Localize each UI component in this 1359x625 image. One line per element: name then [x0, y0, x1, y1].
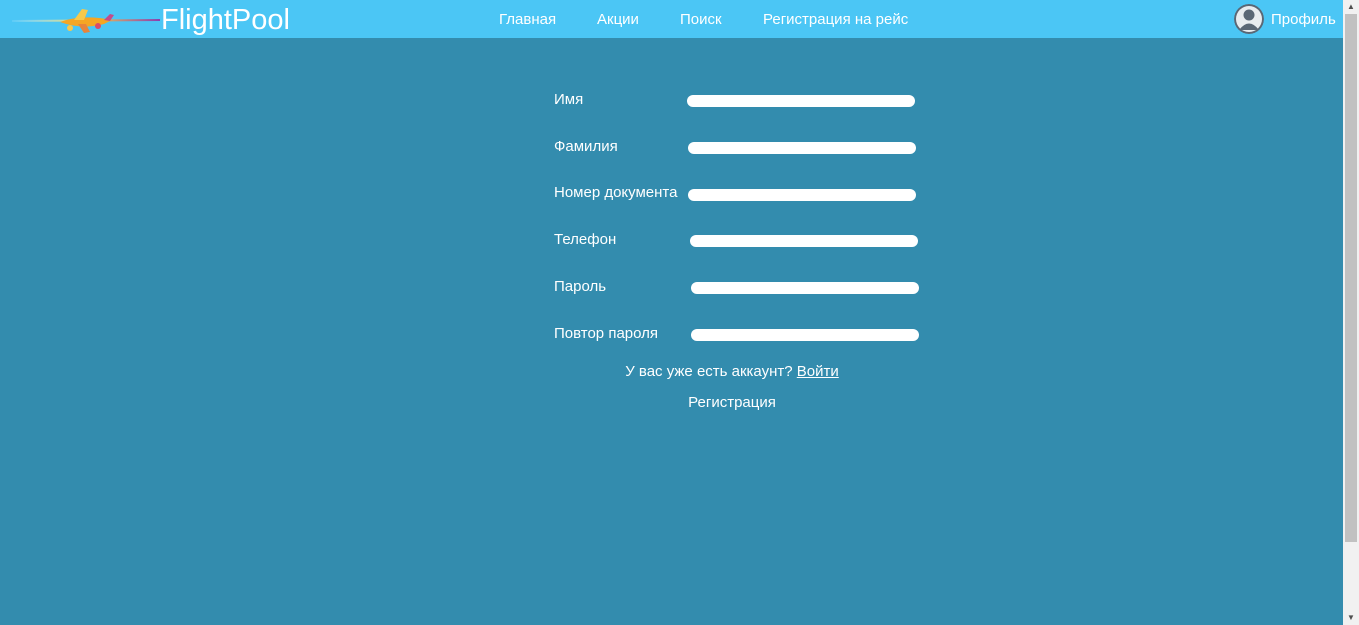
top-navbar: FlightPool Главная Акции Поиск Регистрац…	[0, 0, 1343, 38]
scrollbar-thumb[interactable]	[1345, 14, 1357, 542]
password-field[interactable]	[691, 282, 919, 294]
password-label: Пароль	[554, 278, 607, 295]
account-prompt-line: У вас уже есть аккаунт? Войти	[0, 363, 1359, 380]
login-link[interactable]: Войти	[797, 363, 839, 380]
document-number-field[interactable]	[688, 189, 916, 201]
phone-field[interactable]	[690, 235, 918, 247]
nav-promotions[interactable]: Акции	[597, 0, 639, 38]
confirm-password-field[interactable]	[691, 329, 919, 341]
last-name-label: Фамилия	[554, 138, 618, 155]
vertical-scrollbar[interactable]: ▲ ▼	[1343, 0, 1359, 625]
first-name-field[interactable]	[687, 95, 915, 107]
scroll-up-arrow-icon[interactable]: ▲	[1343, 0, 1359, 14]
first-name-label: Имя	[554, 91, 584, 108]
profile-label: Профиль	[1271, 10, 1336, 28]
profile-button[interactable]: Профиль	[1234, 4, 1336, 34]
brand-title[interactable]: FlightPool	[161, 3, 290, 37]
last-name-field[interactable]	[688, 142, 916, 154]
document-number-label: Номер документа	[554, 184, 678, 201]
nav-home[interactable]: Главная	[499, 0, 556, 38]
phone-label: Телефон	[554, 231, 617, 248]
confirm-password-label: Повтор пароля	[554, 325, 659, 342]
nav-checkin[interactable]: Регистрация на рейс	[763, 0, 908, 38]
airplane-logo-icon[interactable]	[12, 6, 160, 36]
register-button[interactable]: Регистрация	[682, 394, 782, 411]
nav-search[interactable]: Поиск	[680, 0, 722, 38]
scroll-down-arrow-icon[interactable]: ▼	[1343, 611, 1359, 625]
user-avatar-icon	[1234, 4, 1264, 34]
account-prompt-text: У вас уже есть аккаунт?	[625, 363, 793, 380]
